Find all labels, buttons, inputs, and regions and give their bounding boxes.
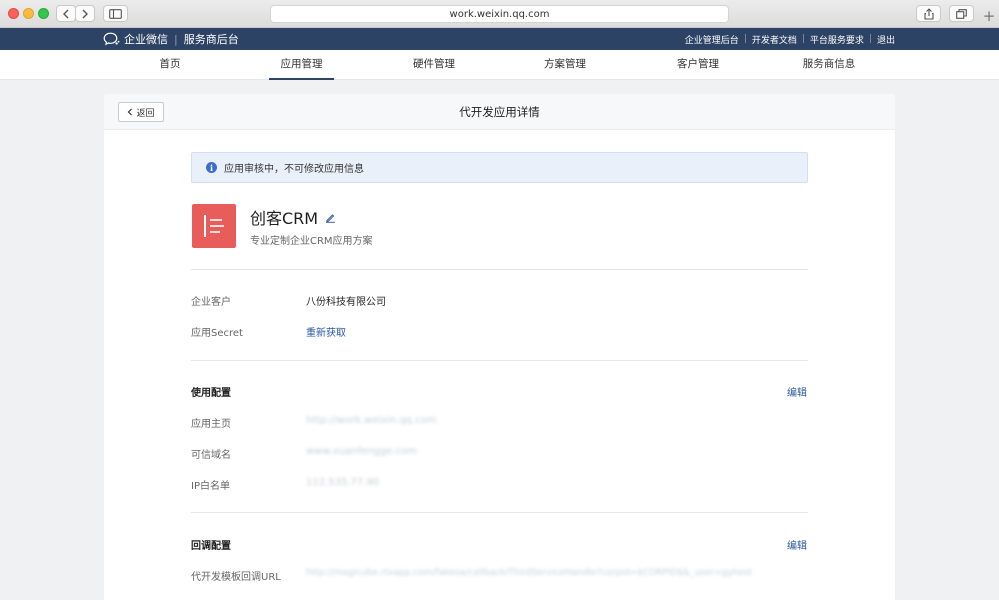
link-divider: |: [868, 34, 872, 44]
edit-pen-icon[interactable]: [325, 212, 336, 223]
app-logo: [192, 204, 236, 248]
tabs-icon: [956, 8, 967, 19]
chevron-right-icon: [82, 9, 88, 18]
link-developer-docs[interactable]: 开发者文档: [752, 33, 797, 46]
browser-toolbar: work.weixin.qq.com +: [0, 0, 999, 28]
link-enterprise-admin[interactable]: 企业管理后台: [685, 33, 739, 46]
usage-config-title: 使用配置: [191, 388, 231, 399]
nav-item-customer-management[interactable]: 客户管理: [669, 50, 727, 80]
refresh-secret-link[interactable]: 重新获取: [306, 324, 346, 339]
trusted-domain-value: www.xuanfengge.com: [306, 446, 417, 457]
detail-card: 代开发应用详情 返回 i 应用审核中，不可修改应用信息 创客CRM 专业定制企业…: [104, 94, 895, 600]
sidebar-toggle-button[interactable]: [103, 5, 128, 22]
chevron-left-icon: [63, 9, 69, 18]
ip-whitelist-value: 112.535.77.90: [306, 477, 380, 488]
new-tab-button[interactable]: +: [979, 6, 999, 26]
nav-item-home[interactable]: 首页: [145, 50, 195, 80]
address-url: work.weixin.qq.com: [449, 8, 550, 20]
section-divider: [191, 512, 808, 513]
notice-text: 应用审核中，不可修改应用信息: [224, 164, 364, 175]
callback-config-edit-link[interactable]: 编辑: [787, 537, 807, 552]
close-window-button[interactable]: [8, 8, 19, 19]
link-divider: |: [743, 34, 747, 44]
link-divider: |: [801, 34, 805, 44]
nav-item-hardware-management[interactable]: 硬件管理: [405, 50, 463, 80]
nav-item-provider-info[interactable]: 服务商信息: [795, 50, 863, 80]
sidebar-icon: [109, 8, 122, 19]
ip-whitelist-label: IP白名单: [191, 481, 230, 492]
trusted-domain-label: 可信域名: [191, 450, 231, 461]
back-button[interactable]: 返回: [118, 102, 164, 122]
card-header: 代开发应用详情 返回: [104, 94, 895, 130]
nav-item-solution-management[interactable]: 方案管理: [536, 50, 594, 80]
maximize-window-button[interactable]: [38, 8, 49, 19]
chevron-left-icon: [128, 108, 133, 116]
app-name-text: 创客CRM: [250, 209, 319, 228]
secret-label: 应用Secret: [191, 328, 243, 339]
nav-item-app-management[interactable]: 应用管理: [269, 50, 334, 80]
link-logout[interactable]: 退出: [877, 33, 895, 46]
customer-value: 八份科技有限公司: [306, 297, 386, 308]
homepage-value: http://work.weixin.qq.com: [306, 415, 437, 426]
top-links: 企业管理后台 | 开发者文档 | 平台服务要求 | 退出: [685, 28, 895, 50]
brand-sub: 服务商后台: [183, 33, 239, 46]
browser-back-button[interactable]: [56, 5, 76, 22]
info-icon: i: [206, 162, 217, 173]
address-bar[interactable]: work.weixin.qq.com: [270, 5, 729, 23]
app-topbar: 企业微信 | 服务商后台 企业管理后台 | 开发者文档 | 平台服务要求 | 退…: [0, 28, 999, 50]
brand-name: 企业微信: [124, 33, 168, 46]
app-description: 专业定制企业CRM应用方案: [250, 236, 373, 247]
brand-divider: |: [174, 32, 178, 46]
callback-config-title: 回调配置: [191, 541, 231, 552]
section-divider: [191, 269, 808, 270]
callback-url-label: 代开发模板回调URL: [191, 572, 281, 583]
link-platform-requirements[interactable]: 平台服务要求: [810, 33, 864, 46]
tabs-overview-button[interactable]: [949, 5, 974, 22]
homepage-label: 应用主页: [191, 419, 231, 430]
back-button-label: 返回: [136, 108, 155, 119]
usage-config-edit-link[interactable]: 编辑: [787, 384, 807, 399]
main-nav: 首页 应用管理 硬件管理 方案管理 客户管理 服务商信息: [0, 50, 999, 80]
share-button[interactable]: [916, 5, 941, 22]
browser-forward-button[interactable]: [75, 5, 95, 22]
app-name: 创客CRM: [250, 205, 336, 229]
wecom-logo-icon: [103, 32, 120, 46]
page-title: 代开发应用详情: [459, 105, 540, 119]
section-divider: [191, 360, 808, 361]
customer-label: 企业客户: [191, 297, 231, 308]
minimize-window-button[interactable]: [23, 8, 34, 19]
callback-url-value: http://magicube.rtxapp.com/fakeoa/callba…: [306, 568, 753, 578]
list-doc-icon: [204, 215, 224, 237]
review-notice: i 应用审核中，不可修改应用信息: [191, 152, 808, 183]
brand: 企业微信 | 服务商后台: [103, 28, 239, 50]
share-icon: [923, 7, 934, 20]
